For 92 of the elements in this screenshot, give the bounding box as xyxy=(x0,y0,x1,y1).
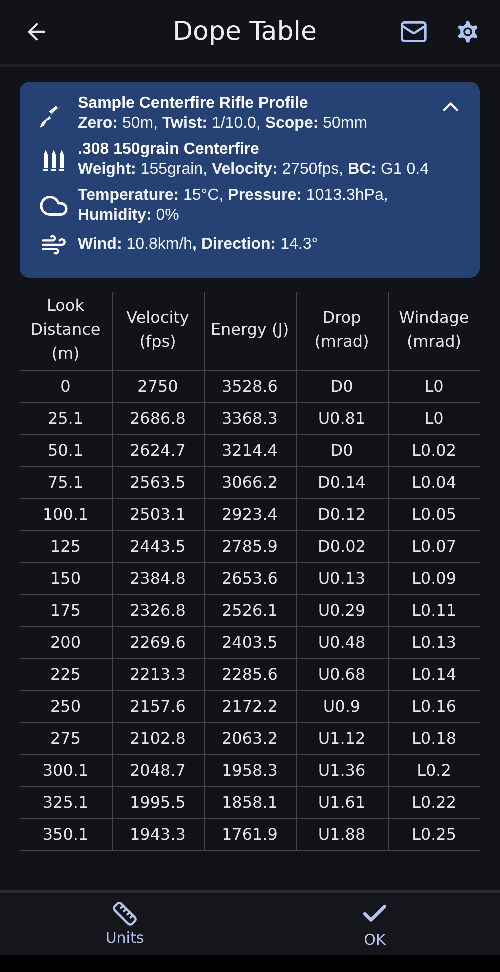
table-cell: D0.02 xyxy=(296,530,388,562)
table-cell: 125 xyxy=(20,530,112,562)
table-cell: 2526.1 xyxy=(204,594,296,626)
table-cell: U1.36 xyxy=(296,754,388,786)
section-title: Sample Centerfire Rifle Profile xyxy=(78,94,310,114)
table-cell: L0.09 xyxy=(388,562,480,594)
section-title: .308 150grain Centerfire xyxy=(78,140,260,160)
bullets-icon xyxy=(43,148,65,172)
table-cell: L0.07 xyxy=(388,530,480,562)
table-cell: L0.02 xyxy=(388,434,480,466)
table-cell: 2653.6 xyxy=(204,562,296,594)
table-cell: 2750 xyxy=(112,370,204,402)
table-cell: 2785.9 xyxy=(204,530,296,562)
table-cell: L0.04 xyxy=(388,466,480,498)
table-cell: L0.25 xyxy=(388,818,480,850)
table-cell: L0.14 xyxy=(388,658,480,690)
table-cell: 3368.3 xyxy=(204,402,296,434)
section-details: Wind: 10.8km/h, Direction: 14.3° xyxy=(78,235,318,255)
table-cell: 1858.1 xyxy=(204,786,296,818)
table-cell: 2326.8 xyxy=(112,594,204,626)
table-cell: 50.1 xyxy=(20,434,112,466)
table-cell: 2269.6 xyxy=(112,626,204,658)
table-cell: D0.14 xyxy=(296,466,388,498)
nav-button[interactable]: OK xyxy=(250,893,500,955)
table-cell: U0.9 xyxy=(296,690,388,722)
table-cell: 2063.2 xyxy=(204,722,296,754)
wind-icon xyxy=(41,232,67,258)
table-cell: 2624.7 xyxy=(112,434,204,466)
table-cell: 75.1 xyxy=(20,466,112,498)
page-title: Dope Table xyxy=(172,17,318,47)
table-cell: 25.1 xyxy=(20,402,112,434)
table-cell: 3066.2 xyxy=(204,466,296,498)
table-cell: 1958.3 xyxy=(204,754,296,786)
table-cell: L0.05 xyxy=(388,498,480,530)
table-cell: 2048.7 xyxy=(112,754,204,786)
table-cell: L0.22 xyxy=(388,786,480,818)
table-cell: 2213.3 xyxy=(112,658,204,690)
table-cell: L0.11 xyxy=(388,594,480,626)
table-cell: 2403.5 xyxy=(204,626,296,658)
table-cell: L0 xyxy=(388,402,480,434)
ruler-icon xyxy=(112,901,138,927)
table-cell: U1.61 xyxy=(296,786,388,818)
table-cell: L0.18 xyxy=(388,722,480,754)
table-cell: 2443.5 xyxy=(112,530,204,562)
table-cell: 2563.5 xyxy=(112,466,204,498)
table-cell: U1.12 xyxy=(296,722,388,754)
table-cell: U0.29 xyxy=(296,594,388,626)
table-cell: 300.1 xyxy=(20,754,112,786)
table-cell: L0.13 xyxy=(388,626,480,658)
table-cell: U0.81 xyxy=(296,402,388,434)
table-cell: U0.13 xyxy=(296,562,388,594)
table-cell: 200 xyxy=(20,626,112,658)
table-cell: L0.2 xyxy=(388,754,480,786)
table-cell: 325.1 xyxy=(20,786,112,818)
table-cell: D0 xyxy=(296,370,388,402)
table-cell: 2157.6 xyxy=(112,690,204,722)
table-cell: L0 xyxy=(388,370,480,402)
table-cell: 1761.9 xyxy=(204,818,296,850)
table-cell: 3528.6 xyxy=(204,370,296,402)
table-cell: 2285.6 xyxy=(204,658,296,690)
column-header: Energy (J) xyxy=(204,292,296,370)
column-header: Drop (mrad) xyxy=(296,292,388,370)
section-details: Zero: 50m, Twist: 1/10.0, Scope: 50mm xyxy=(78,114,368,134)
table-cell: U0.48 xyxy=(296,626,388,658)
table-cell: 2923.4 xyxy=(204,498,296,530)
table-cell: 150 xyxy=(20,562,112,594)
table-cell: 100.1 xyxy=(20,498,112,530)
table-cell: U0.68 xyxy=(296,658,388,690)
table-cell: 175 xyxy=(20,594,112,626)
table-cell: 2686.8 xyxy=(112,402,204,434)
table-cell: U1.88 xyxy=(296,818,388,850)
table-cell: 1943.3 xyxy=(112,818,204,850)
table-cell: 2102.8 xyxy=(112,722,204,754)
column-header: Look Distance (m) xyxy=(20,292,112,370)
section-details: Weight: 155grain, Velocity: 2750fps, BC: G1 0.4 xyxy=(78,160,429,180)
section-details: Temperature: 15°C, Pressure: 1013.3hPa, Humidity: 0% xyxy=(78,186,390,226)
table-cell: 225 xyxy=(20,658,112,690)
table-cell: 1995.5 xyxy=(112,786,204,818)
table-cell: D0.12 xyxy=(296,498,388,530)
column-header: Windage (mrad) xyxy=(388,292,480,370)
table-cell: D0 xyxy=(296,434,388,466)
nav-button[interactable]: Units xyxy=(0,893,250,955)
table-cell: 2503.1 xyxy=(112,498,204,530)
table-cell: 275 xyxy=(20,722,112,754)
table-cell: 0 xyxy=(20,370,112,402)
table-cell: 2172.2 xyxy=(204,690,296,722)
table-cell: L0.16 xyxy=(388,690,480,722)
column-header: Velocity (fps) xyxy=(112,292,204,370)
table-cell: 2384.8 xyxy=(112,562,204,594)
table-cell: 250 xyxy=(20,690,112,722)
table-cell: 3214.4 xyxy=(204,434,296,466)
table-cell: 350.1 xyxy=(20,818,112,850)
